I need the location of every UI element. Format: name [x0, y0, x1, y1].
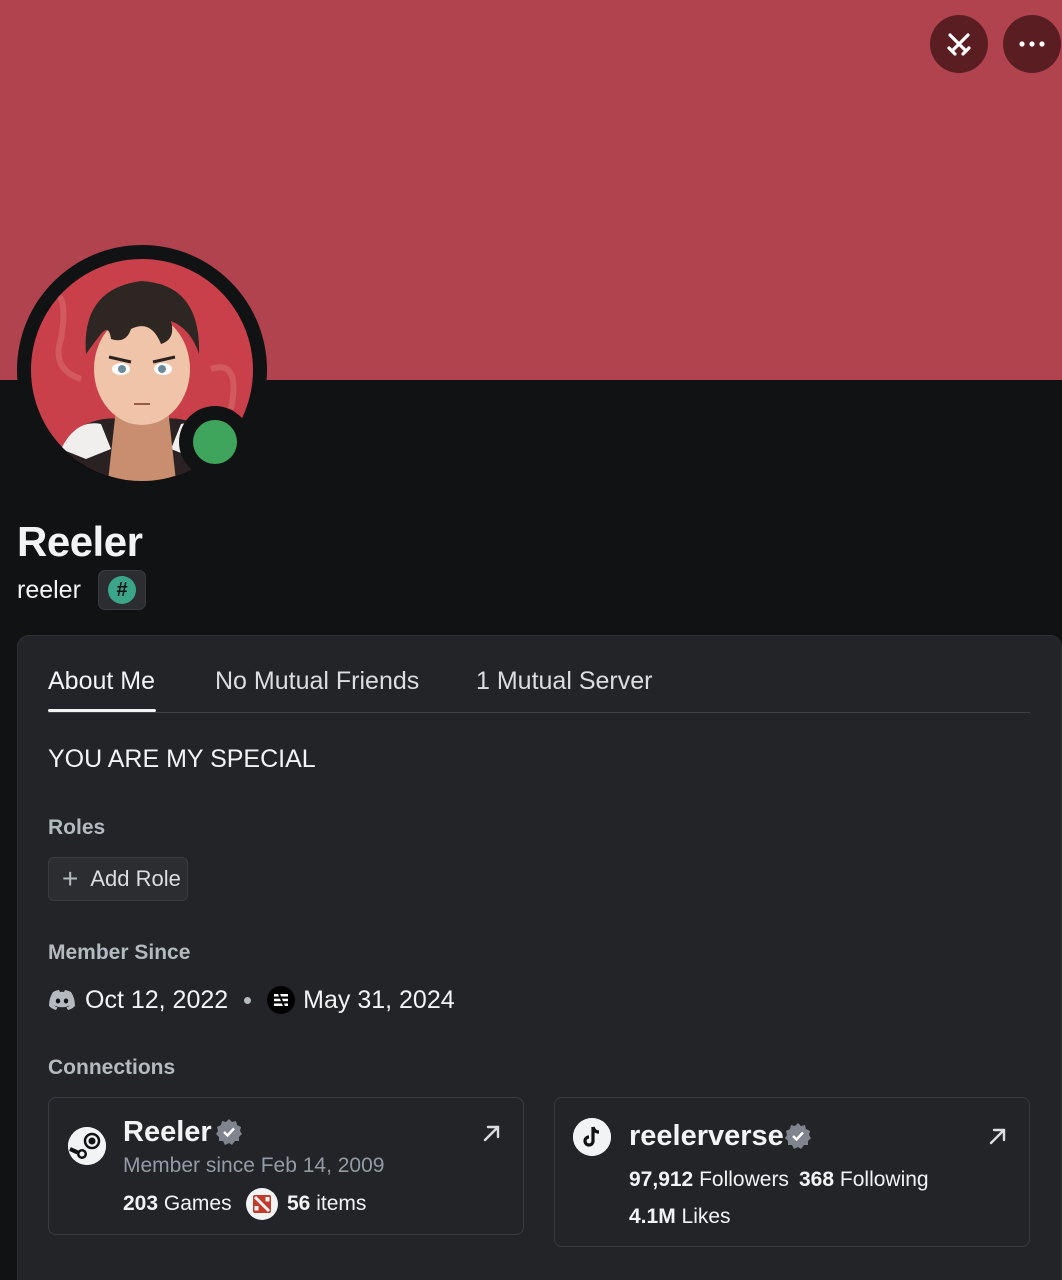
tiktok-following: 368 Following: [799, 1168, 929, 1191]
member-since-row: Oct 12, 2022 May 31, 2024: [48, 982, 455, 1018]
active-tab-indicator: [48, 709, 156, 712]
tiktok-likes: 4.1M Likes: [629, 1205, 731, 1228]
tiktok-account-name: reelerverse: [629, 1120, 784, 1152]
tiktok-icon: [573, 1118, 611, 1156]
connections-heading: Connections: [48, 1056, 176, 1079]
external-link-icon[interactable]: [987, 1125, 1009, 1147]
tab-about-me[interactable]: About Me: [48, 667, 155, 696]
profile-tabs: About Me No Mutual Friends 1 Mutual Serv…: [48, 667, 1030, 713]
add-role-button[interactable]: + Add Role: [48, 857, 188, 901]
online-status-indicator: [193, 420, 237, 464]
swords-button[interactable]: [930, 15, 988, 73]
tab-mutual-servers[interactable]: 1 Mutual Server: [476, 667, 652, 696]
tab-mutual-friends[interactable]: No Mutual Friends: [215, 667, 419, 696]
steam-member-since: Member since Feb 14, 2009: [123, 1154, 385, 1177]
steam-items-count: 56 items: [287, 1192, 367, 1215]
verified-icon: [785, 1123, 811, 1149]
add-role-label: Add Role: [90, 866, 181, 891]
display-name: Reeler: [17, 518, 143, 565]
hashtag-icon: #: [108, 576, 136, 604]
username: reeler: [17, 576, 81, 604]
external-link-icon[interactable]: [481, 1122, 503, 1144]
roles-heading: Roles: [48, 816, 106, 839]
separator-dot: [244, 996, 252, 1004]
member-since-heading: Member Since: [48, 941, 191, 964]
steam-connection-card[interactable]: Reeler Member since Feb 14, 2009 203 Gam…: [48, 1097, 524, 1235]
steam-games-count: 203 Games: [123, 1192, 232, 1215]
more-icon: [1019, 41, 1045, 47]
steam-account-name: Reeler: [123, 1116, 212, 1148]
steam-icon: [68, 1127, 106, 1165]
profile-badge[interactable]: #: [98, 570, 146, 610]
server-member-date: May 31, 2024: [303, 985, 455, 1014]
discord-member-date: Oct 12, 2022: [85, 985, 229, 1014]
about-me-text: YOU ARE MY SPECIAL: [48, 745, 316, 773]
more-options-button[interactable]: [1003, 15, 1061, 73]
plus-icon: +: [62, 863, 79, 894]
server-icon: [267, 986, 296, 1014]
swords-icon: [947, 33, 971, 56]
discord-icon: [49, 990, 75, 1010]
dota-icon: [246, 1188, 278, 1220]
verified-icon: [216, 1119, 242, 1145]
tiktok-followers: 97,912 Followers: [629, 1168, 789, 1191]
tiktok-connection-card[interactable]: reelerverse 97,912 Followers 368 Followi…: [554, 1097, 1030, 1247]
